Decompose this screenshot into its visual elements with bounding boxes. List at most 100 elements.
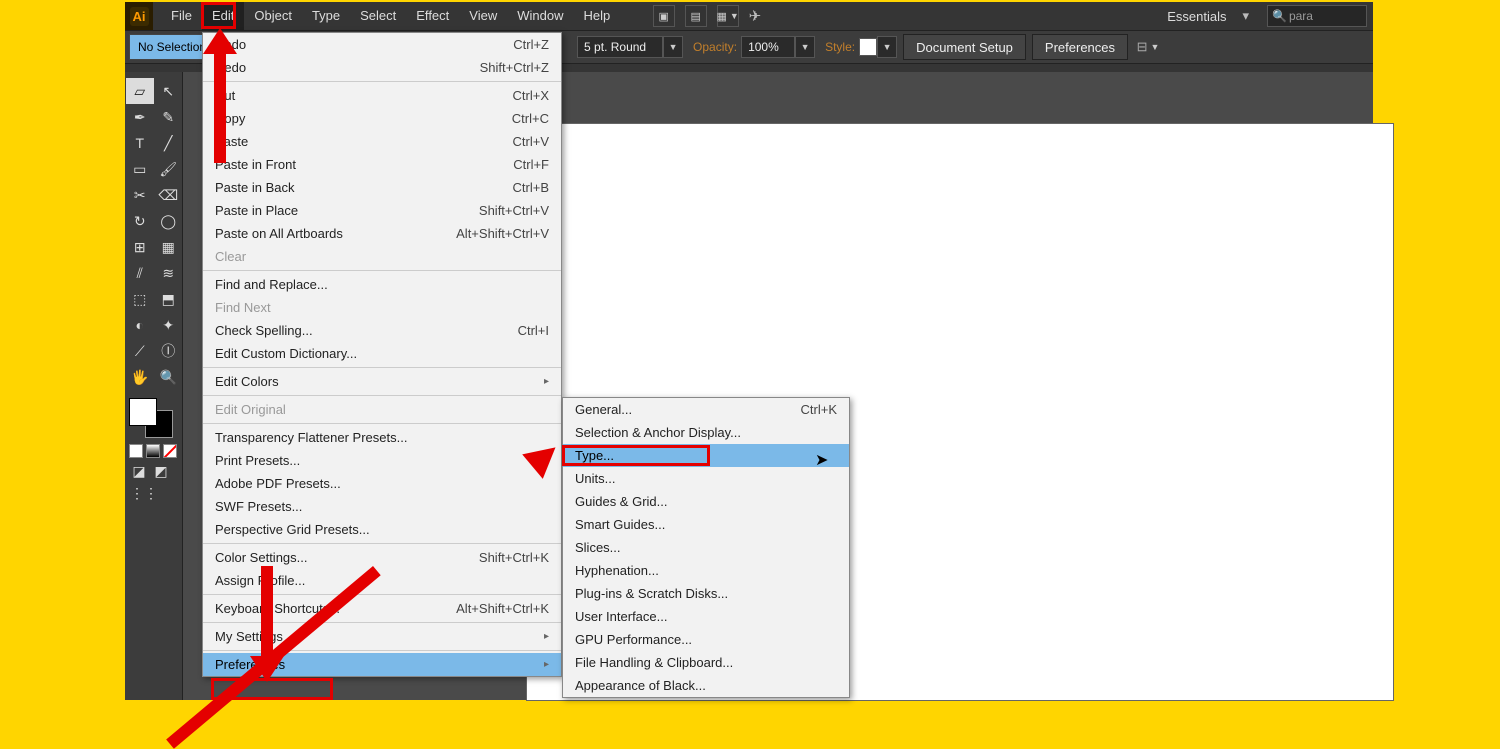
tool-8-0[interactable]: ⬚	[126, 286, 154, 312]
submenu-gpu-performance-[interactable]: GPU Performance...	[563, 628, 849, 651]
menuitem-paste-in-back[interactable]: Paste in BackCtrl+B	[203, 176, 561, 199]
menu-separator	[203, 81, 561, 82]
menuitem-paste-on-all-artboards[interactable]: Paste on All ArtboardsAlt+Shift+Ctrl+V	[203, 222, 561, 245]
tool-6-0[interactable]: ⊞	[126, 234, 154, 260]
style-drop-icon[interactable]: ▼	[877, 36, 897, 58]
submenu-selection-anchor-display-[interactable]: Selection & Anchor Display...	[563, 421, 849, 444]
gradient-mode-icon[interactable]	[146, 444, 160, 458]
menuitem-adobe-pdf-presets-[interactable]: Adobe PDF Presets...	[203, 472, 561, 495]
menuitem-keyboard-shortcuts-[interactable]: Keyboard Shortcuts...Alt+Shift+Ctrl+K	[203, 597, 561, 620]
search-input[interactable]: 🔍 para	[1267, 5, 1367, 27]
menuitem-find-and-replace-[interactable]: Find and Replace...	[203, 273, 561, 296]
opacity-input[interactable]: 100%	[741, 36, 795, 58]
tool-9-0[interactable]: ◐	[126, 312, 154, 338]
tool-3-1[interactable]: 🖌	[155, 156, 183, 182]
menu-help[interactable]: Help	[573, 2, 620, 30]
menu-file[interactable]: File	[161, 2, 202, 30]
menuitem-copy[interactable]: CopyCtrl+C	[203, 107, 561, 130]
menuitem-swf-presets-[interactable]: SWF Presets...	[203, 495, 561, 518]
arrange-doc-icon[interactable]: ▣	[653, 5, 675, 27]
tool-5-0[interactable]: ↻	[126, 208, 154, 234]
menuitem-redo[interactable]: RedoShift+Ctrl+Z	[203, 56, 561, 79]
menuitem-paste[interactable]: PasteCtrl+V	[203, 130, 561, 153]
workspace-drop-icon[interactable]: ▾	[1242, 8, 1257, 24]
menuitem-clear[interactable]: Clear	[203, 245, 561, 268]
menuitem-paste-in-place[interactable]: Paste in PlaceShift+Ctrl+V	[203, 199, 561, 222]
tool-9-1[interactable]: ✦	[155, 312, 183, 338]
tool-1-0[interactable]: ✒	[126, 104, 154, 130]
menu-separator	[203, 622, 561, 623]
tool-2-1[interactable]: ╱	[155, 130, 183, 156]
submenu-smart-guides-[interactable]: Smart Guides...	[563, 513, 849, 536]
tool-10-0[interactable]: ⟋	[126, 338, 154, 364]
toolbar-handle[interactable]: ⋮⋮	[130, 484, 180, 502]
menu-window[interactable]: Window	[507, 2, 573, 30]
tool-10-1[interactable]: Ⓘ	[155, 338, 183, 364]
menu-select[interactable]: Select	[350, 2, 406, 30]
menuitem-edit-colors[interactable]: Edit Colors	[203, 370, 561, 393]
tool-4-0[interactable]: ✂	[126, 182, 154, 208]
tool-4-1[interactable]: ⌫	[155, 182, 183, 208]
submenu-units-[interactable]: Units...	[563, 467, 849, 490]
brush-drop-icon[interactable]: ▼	[663, 36, 683, 58]
tool-0-1[interactable]: ↖	[155, 78, 183, 104]
menuitem-find-next[interactable]: Find Next	[203, 296, 561, 319]
menuitem-edit-original[interactable]: Edit Original	[203, 398, 561, 421]
gpu-rocket-icon[interactable]: ✈	[749, 7, 762, 25]
menuitem-transparency-flattener-presets-[interactable]: Transparency Flattener Presets...	[203, 426, 561, 449]
submenu-type-[interactable]: Type...	[563, 444, 849, 467]
none-mode-icon[interactable]	[163, 444, 177, 458]
menuitem-preferences[interactable]: Preferences	[203, 653, 561, 676]
style-swatch[interactable]	[859, 38, 877, 56]
workspace-switcher[interactable]: Essentials	[1161, 9, 1232, 24]
menuitem-print-presets-[interactable]: Print Presets...	[203, 449, 561, 472]
menu-separator	[203, 423, 561, 424]
menu-type[interactable]: Type	[302, 2, 350, 30]
menu-object[interactable]: Object	[244, 2, 302, 30]
brush-select[interactable]: 5 pt. Round	[577, 36, 663, 58]
tool-11-1[interactable]: 🔍	[155, 364, 183, 390]
submenu-general-[interactable]: General...Ctrl+K	[563, 398, 849, 421]
menuitem-color-settings-[interactable]: Color Settings...Shift+Ctrl+K	[203, 546, 561, 569]
menuitem-paste-in-front[interactable]: Paste in FrontCtrl+F	[203, 153, 561, 176]
submenu-slices-[interactable]: Slices...	[563, 536, 849, 559]
menuitem-cut[interactable]: CutCtrl+X	[203, 84, 561, 107]
menuitem-edit-custom-dictionary-[interactable]: Edit Custom Dictionary...	[203, 342, 561, 365]
submenu-plug-ins-scratch-disks-[interactable]: Plug-ins & Scratch Disks...	[563, 582, 849, 605]
submenu-guides-grid-[interactable]: Guides & Grid...	[563, 490, 849, 513]
grid-icon[interactable]: ▦▼	[717, 5, 739, 27]
menu-effect[interactable]: Effect	[406, 2, 459, 30]
menu-edit[interactable]: Edit	[202, 2, 244, 30]
submenu-hyphenation-[interactable]: Hyphenation...	[563, 559, 849, 582]
submenu-appearance-of-black-[interactable]: Appearance of Black...	[563, 674, 849, 697]
tool-3-0[interactable]: ▭	[126, 156, 154, 182]
tool-2-0[interactable]: T	[126, 130, 154, 156]
tool-7-0[interactable]: ⫽	[126, 260, 154, 286]
arrange-doc2-icon[interactable]: ▤	[685, 5, 707, 27]
submenu-file-handling-clipboard-[interactable]: File Handling & Clipboard...	[563, 651, 849, 674]
tool-5-1[interactable]: ◯	[155, 208, 183, 234]
tool-11-0[interactable]: 🖐	[126, 364, 154, 390]
preferences-button[interactable]: Preferences	[1032, 34, 1128, 60]
menuitem-assign-profile-[interactable]: Assign Profile...	[203, 569, 561, 592]
fill-swatch[interactable]	[129, 398, 157, 426]
opacity-drop-icon[interactable]: ▼	[795, 36, 815, 58]
menuitem-perspective-grid-presets-[interactable]: Perspective Grid Presets...	[203, 518, 561, 541]
screen-mode-icon[interactable]: ◪	[130, 462, 148, 480]
menuitem-my-settings[interactable]: My Settings	[203, 625, 561, 648]
document-setup-button[interactable]: Document Setup	[903, 34, 1026, 60]
tool-1-1[interactable]: ✎	[155, 104, 183, 130]
fill-stroke-control[interactable]	[129, 398, 175, 438]
submenu-user-interface-[interactable]: User Interface...	[563, 605, 849, 628]
canvas-area[interactable]: UndoCtrl+ZRedoShift+Ctrl+ZCutCtrl+XCopyC…	[183, 72, 1373, 700]
color-mode-icon[interactable]	[129, 444, 143, 458]
tool-6-1[interactable]: ▦	[155, 234, 183, 260]
menuitem-undo[interactable]: UndoCtrl+Z	[203, 33, 561, 56]
menuitem-check-spelling-[interactable]: Check Spelling...Ctrl+I	[203, 319, 561, 342]
menu-view[interactable]: View	[459, 2, 507, 30]
tool-7-1[interactable]: ≋	[155, 260, 183, 286]
align-icon[interactable]: ⊟▼	[1134, 36, 1162, 58]
tool-0-0[interactable]: ▱	[126, 78, 154, 104]
tool-8-1[interactable]: ⬒	[155, 286, 183, 312]
draw-mode-icon[interactable]: ◩	[152, 462, 170, 480]
